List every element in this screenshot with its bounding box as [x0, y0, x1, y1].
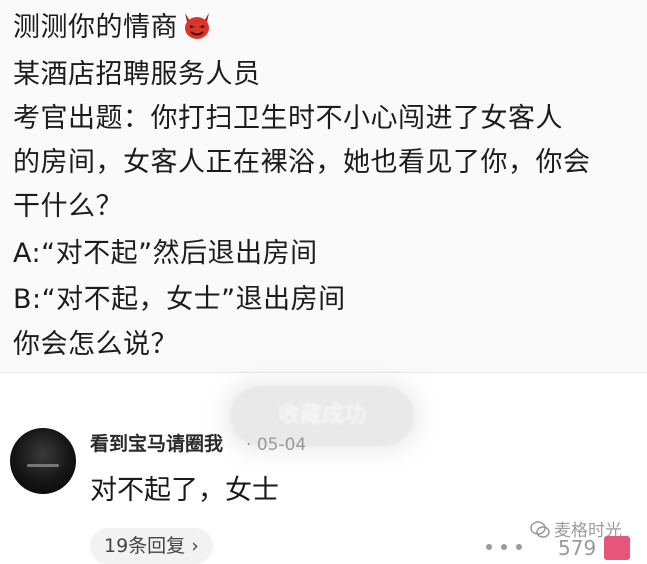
- comment-username[interactable]: 看到宝马请圈我: [90, 432, 223, 456]
- post-line-3: 考官出题：你打扫卫生时不小心闯进了女客人: [13, 103, 563, 134]
- post-title: 测测你的情商: [13, 12, 178, 43]
- post-content: 测测你的情商 某酒店招聘服务人员 考官出题：你打扫卫生时不小心闯进了女客人 的房…: [0, 0, 647, 372]
- post-line-5: 干什么？: [13, 191, 123, 222]
- wechat-icon: [530, 521, 550, 545]
- comment-meta: · 05-04: [246, 433, 306, 457]
- section-divider: [0, 372, 647, 373]
- post-question: 你会怎么说？: [13, 329, 178, 360]
- post-line-4: 的房间，女客人正在裸浴，她也看见了你，你会: [13, 147, 591, 178]
- more-options-icon[interactable]: [482, 540, 526, 554]
- like-count: 579: [558, 536, 597, 560]
- avatar[interactable]: [10, 428, 76, 494]
- comment-text: 对不起了，女士: [90, 475, 279, 506]
- like-icon[interactable]: [604, 536, 630, 560]
- chevron-right-icon: ›: [191, 535, 199, 557]
- option-a: A:“对不起”然后退出房间: [13, 238, 318, 269]
- option-b: B:“对不起，女士”退出房间: [13, 284, 346, 315]
- replies-label: 19条回复: [104, 535, 186, 557]
- meta-separator: ·: [246, 435, 252, 455]
- replies-button[interactable]: 19条回复 ›: [90, 528, 213, 564]
- post-title-line: 测测你的情商: [13, 10, 214, 49]
- avatar-decoration: [27, 464, 59, 467]
- post-line-2: 某酒店招聘服务人员: [13, 59, 261, 90]
- comment-date: 05-04: [256, 435, 307, 455]
- devil-emoji-icon: [180, 10, 214, 49]
